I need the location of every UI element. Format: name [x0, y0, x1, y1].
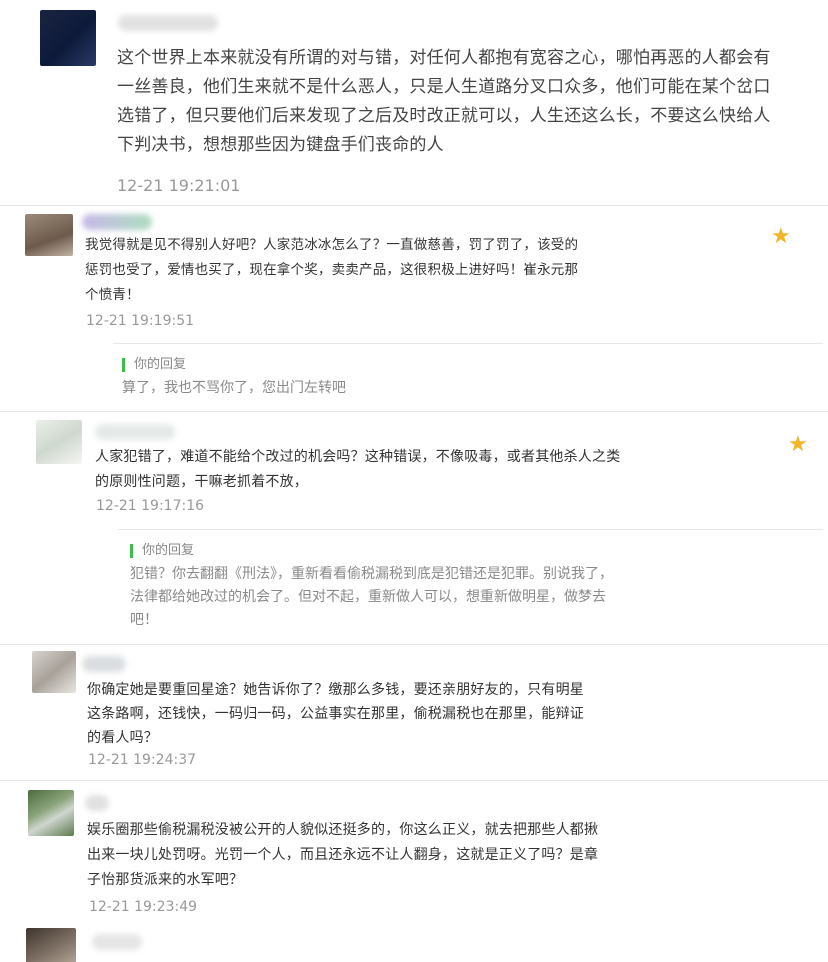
- comment-time: 12-21 19:19:51: [86, 313, 195, 329]
- reply-text: 算了，我也不骂你了，您出门左转吧: [122, 380, 346, 396]
- username-blurred[interactable]: [118, 15, 218, 31]
- avatar[interactable]: [25, 214, 73, 256]
- comment-text: 这个世界上本来就没有所谓的对与错，对任何人都抱有宽容之心，哪怕再恶的人都会有一丝…: [117, 48, 771, 155]
- star-icon[interactable]: ★: [771, 226, 791, 248]
- comments-page: 这个世界上本来就没有所谓的对与错，对任何人都抱有宽容之心，哪怕再恶的人都会有一丝…: [0, 0, 828, 962]
- comment-item-partial: [0, 922, 828, 962]
- username-blurred[interactable]: [92, 934, 142, 950]
- username-blurred[interactable]: [85, 795, 109, 811]
- reply-block: 你的回复 犯错？你去翻翻《刑法》，重新看看偷税漏税到底是犯错还是犯罪。别说我了，…: [118, 529, 823, 640]
- star-icon[interactable]: ★: [788, 434, 808, 456]
- comment-item: 我觉得就是见不得别人好吧？人家范冰冰怎么了？一直做慈善，罚了罚了，该受的惩罚也受…: [0, 206, 828, 411]
- username-blurred[interactable]: [95, 424, 175, 440]
- comment-time: 12-21 19:23:49: [89, 899, 198, 915]
- avatar[interactable]: [28, 790, 74, 836]
- avatar[interactable]: [26, 928, 76, 962]
- comment-text: 娱乐圈那些偷税漏税没被公开的人貌似还挺多的，你这么正义，就去把那些人都揪出来一块…: [87, 822, 599, 888]
- comment-item: 你确定她是要重回星途？她告诉你了？缴那么多钱，要还亲朋好友的，只有明星这条路啊，…: [0, 645, 828, 780]
- username-blurred[interactable]: [82, 656, 126, 672]
- reply-text: 犯错？你去翻翻《刑法》，重新看看偷税漏税到底是犯错还是犯罪。别说我了，法律都给她…: [130, 566, 613, 628]
- reply-label: 你的回复: [122, 358, 186, 372]
- avatar[interactable]: [32, 651, 76, 693]
- comment-item: 这个世界上本来就没有所谓的对与错，对任何人都抱有宽容之心，哪怕再恶的人都会有一丝…: [0, 0, 828, 205]
- username-blurred[interactable]: [82, 214, 152, 230]
- comment-text: 你确定她是要重回星途？她告诉你了？缴那么多钱，要还亲朋好友的，只有明星这条路啊，…: [87, 682, 584, 746]
- avatar[interactable]: [36, 420, 82, 464]
- reply-label: 你的回复: [130, 544, 194, 558]
- comment-time: 12-21 19:17:16: [96, 498, 205, 514]
- avatar[interactable]: [40, 10, 96, 66]
- reply-block: 你的回复 算了，我也不骂你了，您出门左转吧: [113, 343, 823, 404]
- comment-item: 娱乐圈那些偷税漏税没被公开的人貌似还挺多的，你这么正义，就去把那些人都揪出来一块…: [0, 781, 828, 921]
- comment-text: 我觉得就是见不得别人好吧？人家范冰冰怎么了？一直做慈善，罚了罚了，该受的惩罚也受…: [85, 237, 579, 303]
- comment-time: 12-21 19:24:37: [88, 752, 197, 768]
- comment-time: 12-21 19:21:01: [117, 176, 241, 195]
- comment-item: 人家犯错了，难道不能给个改过的机会吗？这种错误，不像吸毒，或者其他杀人之类的原则…: [0, 412, 828, 644]
- comment-text: 人家犯错了，难道不能给个改过的机会吗？这种错误，不像吸毒，或者其他杀人之类的原则…: [95, 449, 621, 490]
